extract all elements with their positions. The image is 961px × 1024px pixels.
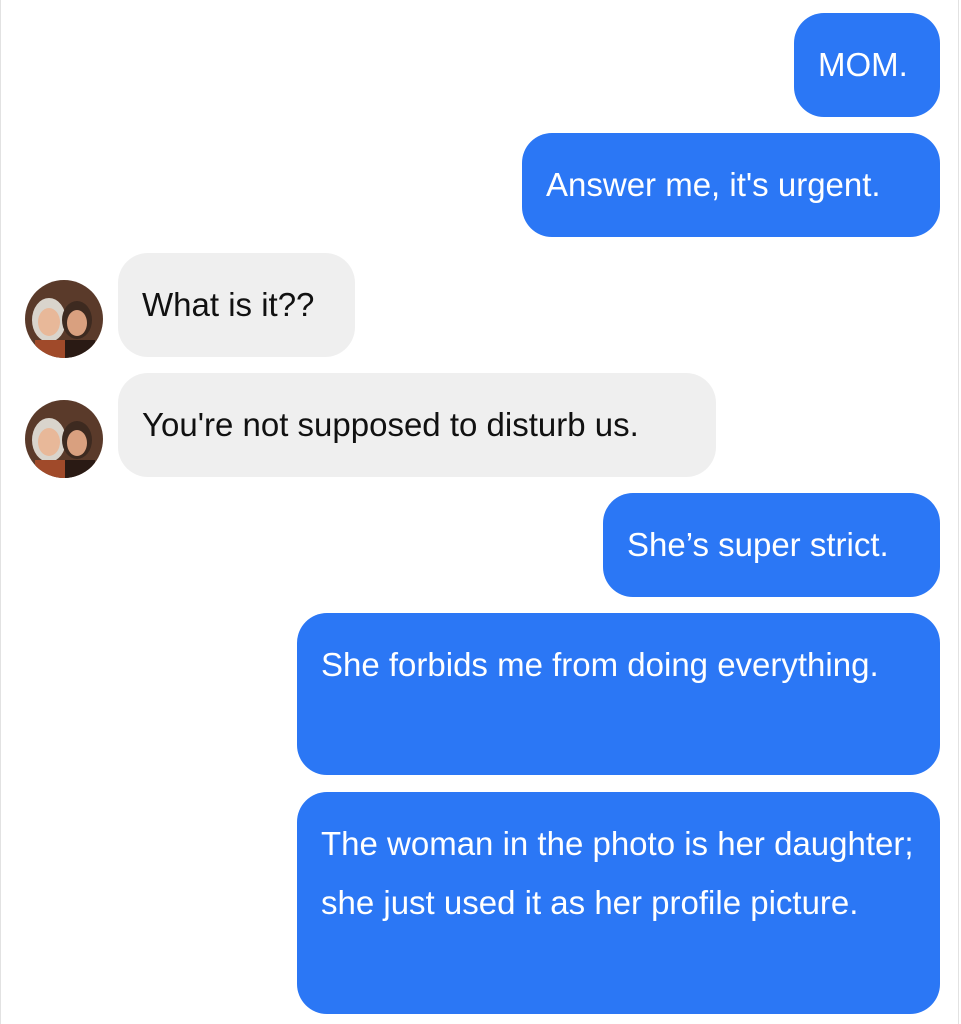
- sent-message-bubble[interactable]: Answer me, it's urgent.: [522, 133, 940, 237]
- received-message-bubble[interactable]: What is it??: [118, 253, 355, 357]
- contact-photo-icon: [25, 400, 103, 478]
- contact-photo-icon: [25, 280, 103, 358]
- contact-avatar[interactable]: [25, 400, 103, 478]
- contact-avatar[interactable]: [25, 280, 103, 358]
- received-message-bubble[interactable]: You're not supposed to disturb us.: [118, 373, 716, 477]
- sent-message-bubble[interactable]: She forbids me from doing everything.: [297, 613, 940, 775]
- sent-message-bubble[interactable]: The woman in the photo is her daughter; …: [297, 792, 940, 1014]
- sent-message-bubble[interactable]: She’s super strict.: [603, 493, 940, 597]
- chat-thread: MOM. Answer me, it's urgent. What is it?…: [0, 0, 959, 1024]
- sent-message-bubble[interactable]: MOM.: [794, 13, 940, 117]
